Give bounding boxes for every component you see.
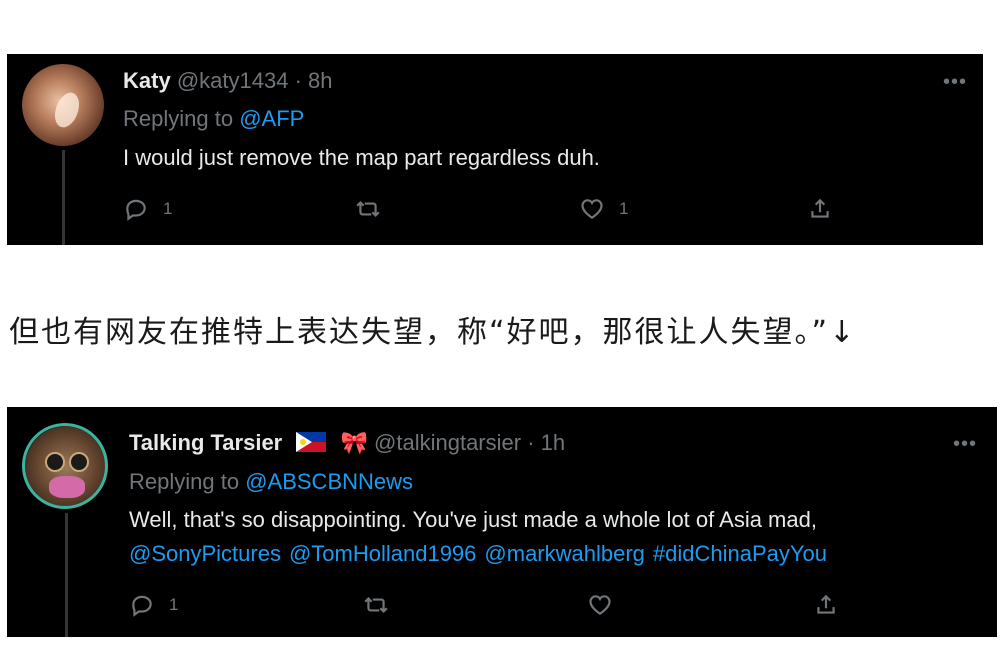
retweet-button[interactable] <box>355 196 395 222</box>
more-horizontal-icon[interactable]: ••• <box>943 72 967 92</box>
share-icon <box>811 198 829 218</box>
replying-to: Replying to @ABSCBNNews <box>129 469 413 495</box>
like-button[interactable] <box>587 592 627 618</box>
user-name[interactable]: Katy <box>123 68 171 93</box>
avatar-highlight <box>50 89 84 131</box>
share-button[interactable] <box>813 592 839 618</box>
ribbon-icon: 🎀 <box>340 430 368 455</box>
action-bar: 1 1 <box>7 196 983 226</box>
action-bar: 1 <box>7 592 997 622</box>
replying-to-link[interactable]: @AFP <box>239 106 304 131</box>
tweet-card-talking-tarsier[interactable]: Talking Tarsier 🎀 @talkingtarsier · 1h •… <box>7 407 997 637</box>
share-icon <box>817 594 835 614</box>
separator-dot: · <box>527 430 535 455</box>
replying-prefix: Replying to <box>123 106 234 131</box>
retweet-icon <box>364 596 388 614</box>
article-paragraph: 但也有网友在推特上表达失望，称“好吧，那很让人失望。”↓ <box>9 315 857 350</box>
reply-count: 1 <box>163 199 173 218</box>
retweet-button[interactable] <box>363 592 403 618</box>
mention-link[interactable]: @SonyPictures <box>129 541 281 566</box>
reply-count: 1 <box>169 595 179 614</box>
more-horizontal-icon[interactable]: ••• <box>953 434 977 454</box>
hashtag-link[interactable]: #didChinaPayYou <box>653 541 827 566</box>
heart-icon <box>581 199 603 219</box>
tweet-text-line: I would just remove the map part regardl… <box>123 145 600 170</box>
mention-link[interactable]: @markwahlberg <box>484 541 645 566</box>
separator-dot: · <box>294 68 302 93</box>
reply-icon <box>126 199 146 221</box>
tweet-text-line: Well, that's so disappointing. You've ju… <box>129 507 817 532</box>
timestamp[interactable]: 1h <box>541 430 565 455</box>
timestamp[interactable]: 8h <box>308 68 332 93</box>
reply-icon <box>132 595 152 617</box>
share-button[interactable] <box>807 196 833 222</box>
avatar-eye-right <box>69 452 89 472</box>
philippines-flag-icon <box>296 432 327 452</box>
retweet-icon <box>356 200 380 218</box>
replying-prefix: Replying to <box>129 469 240 494</box>
like-count: 1 <box>619 199 629 218</box>
user-handle[interactable]: @talkingtarsier <box>374 430 521 455</box>
avatar-eye-left <box>45 452 65 472</box>
user-handle[interactable]: @katy1434 <box>177 68 289 93</box>
reply-button[interactable]: 1 <box>123 196 172 222</box>
tweet-text: I would just remove the map part regardl… <box>123 141 600 175</box>
tweet-header: Katy @katy1434 · 8h <box>123 68 333 94</box>
heart-icon <box>589 595 611 615</box>
tweet-header: Talking Tarsier 🎀 @talkingtarsier · 1h <box>129 430 565 456</box>
replying-to: Replying to @AFP <box>123 106 304 132</box>
avatar[interactable] <box>22 64 104 146</box>
user-name[interactable]: Talking Tarsier <box>129 430 282 455</box>
mention-link[interactable]: @TomHolland1996 <box>289 541 476 566</box>
tweet-text: Well, that's so disappointing. You've ju… <box>129 503 835 571</box>
avatar-hand <box>49 476 85 498</box>
like-button[interactable]: 1 <box>579 196 628 222</box>
replying-to-link[interactable]: @ABSCBNNews <box>245 469 413 494</box>
avatar[interactable] <box>25 426 107 508</box>
tweet-text-mentions: @SonyPictures @TomHolland1996 @markwahlber… <box>129 537 835 571</box>
reply-button[interactable]: 1 <box>129 592 178 618</box>
tweet-card-katy[interactable]: Katy @katy1434 · 8h ••• Replying to @AFP… <box>7 54 983 245</box>
